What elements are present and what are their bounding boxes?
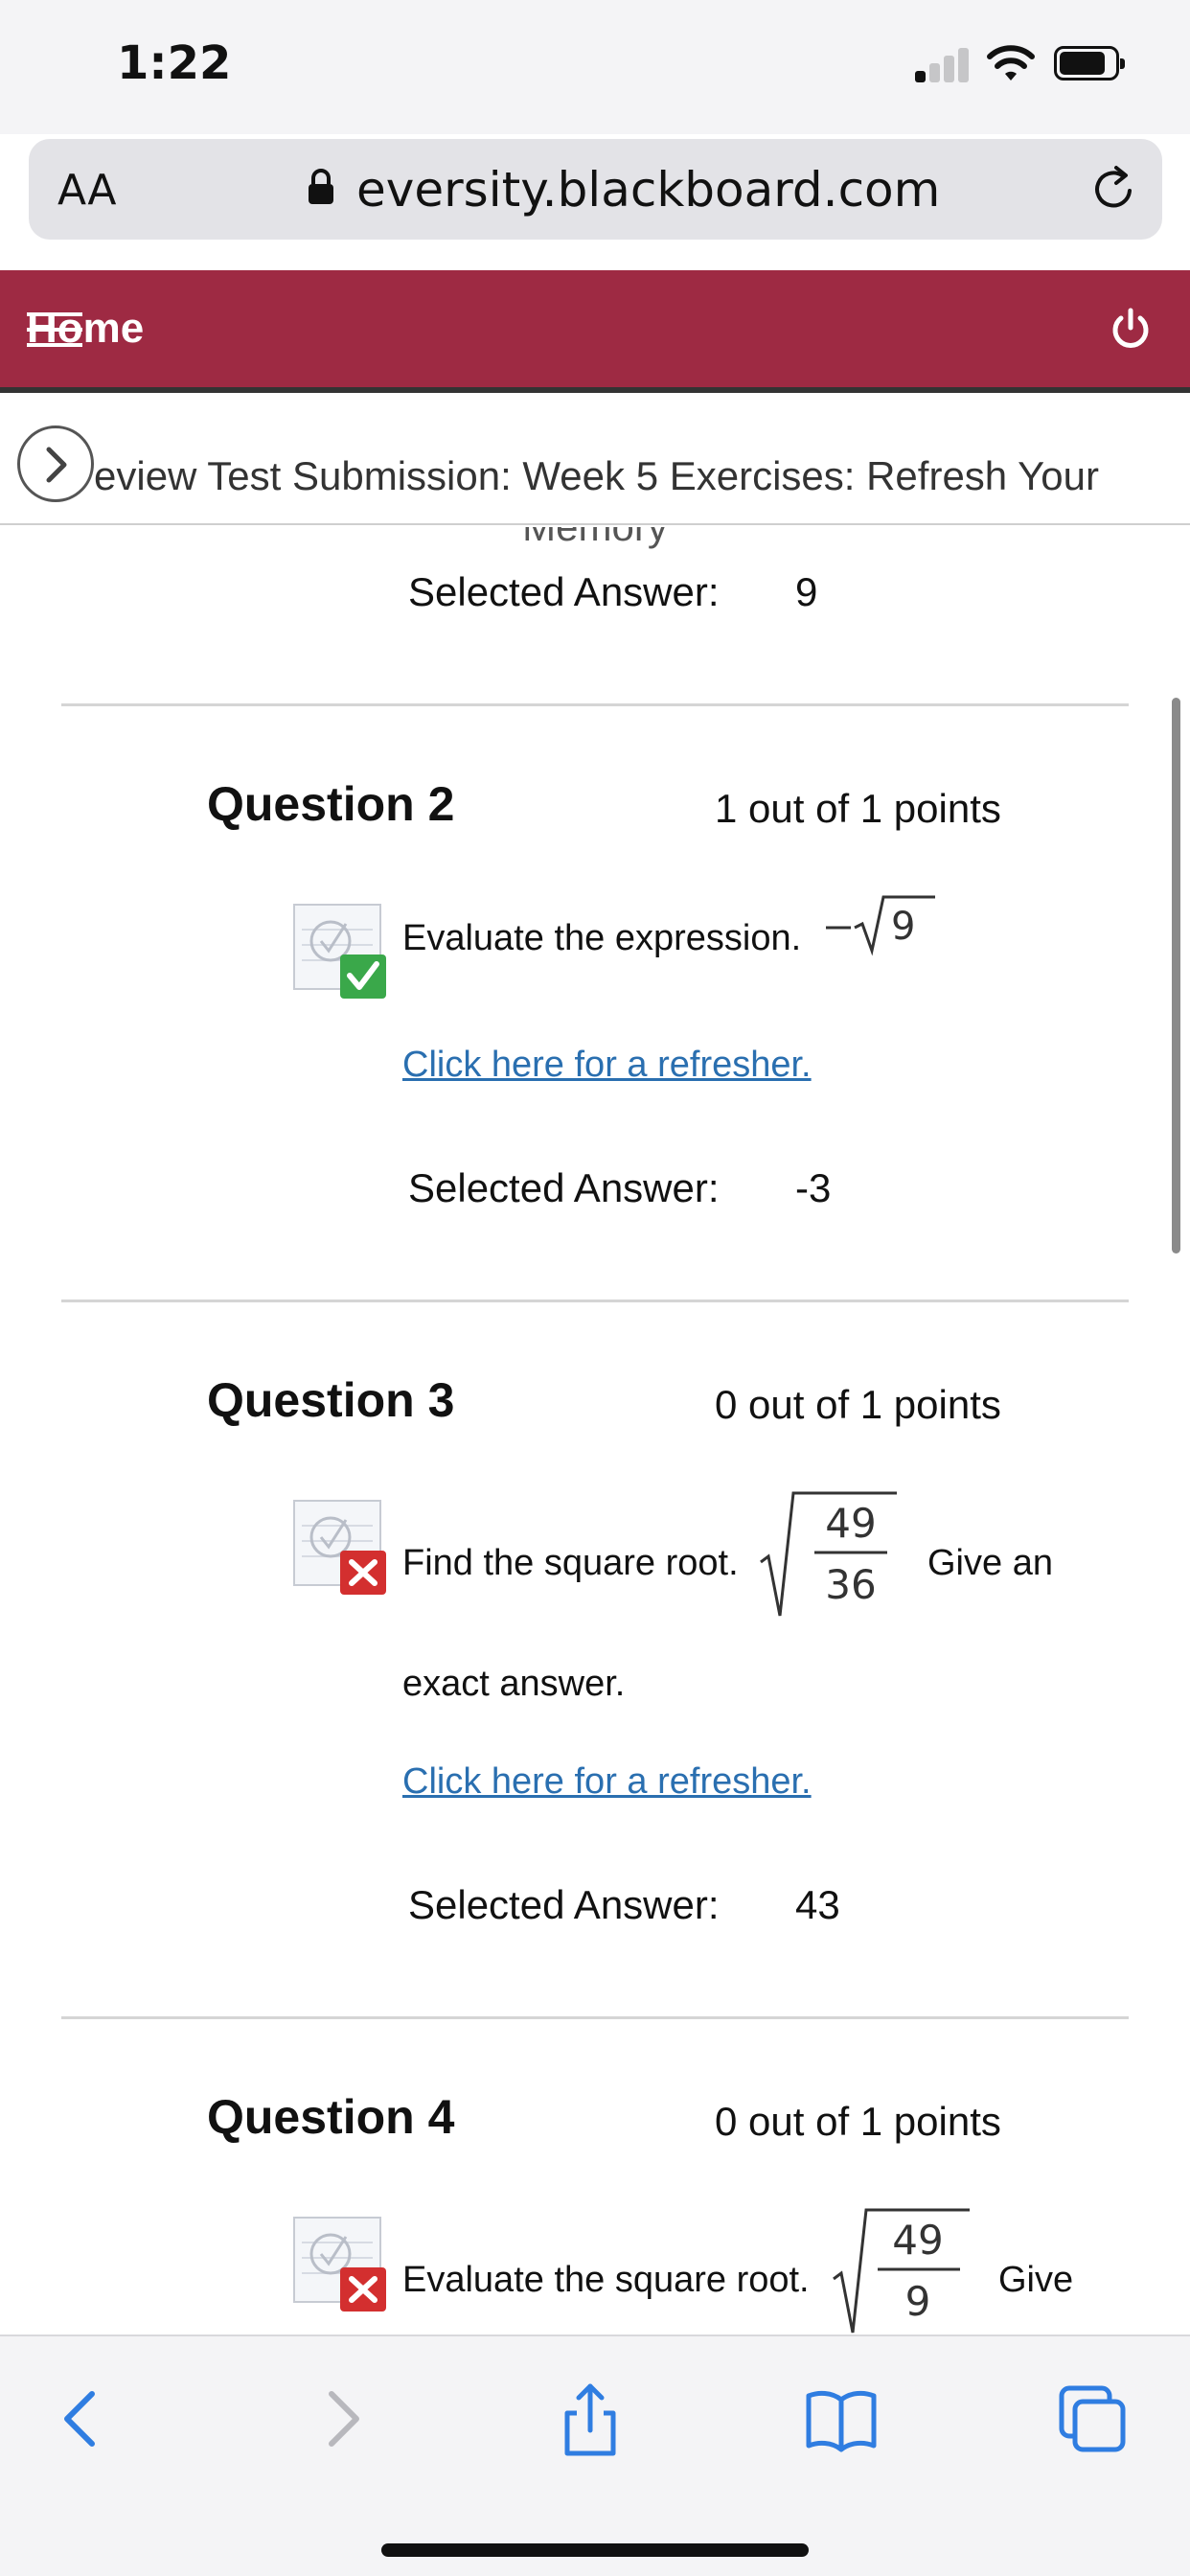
- question-4-title: Question 4: [207, 2090, 455, 2144]
- fraction-numerator: 49: [892, 2217, 943, 2264]
- url-text[interactable]: eversity.blackboard.com: [356, 162, 940, 218]
- forward-icon[interactable]: [303, 2380, 379, 2457]
- wifi-icon: [987, 45, 1035, 80]
- test-submission-content: Memory Selected Answer: 9 Question 2 1 o…: [0, 527, 1190, 2334]
- question-2-title: Question 2: [207, 777, 455, 831]
- text-size-label: AA: [57, 166, 117, 215]
- question-3-fraction: 49 36: [760, 1491, 897, 1617]
- selected-answer-value: 43: [795, 1882, 840, 1927]
- svg-text:9: 9: [891, 905, 915, 949]
- question-3-prompt: Find the square root.: [402, 1543, 739, 1583]
- browser-toolbar: [0, 2334, 1190, 2576]
- divider: [61, 703, 1129, 706]
- breadcrumb-expand-button[interactable]: [17, 426, 94, 502]
- selected-answer-label: Selected Answer:: [408, 1882, 720, 1927]
- cellular-signal-icon: [915, 46, 969, 82]
- question-3-refresher-link[interactable]: Click here for a refresher.: [402, 1761, 812, 1803]
- bookmarks-icon[interactable]: [803, 2380, 880, 2457]
- question-2-points: 1 out of 1 points: [715, 786, 1001, 831]
- fraction-numerator: 49: [825, 1500, 876, 1547]
- selected-answer-label: Selected Answer:: [408, 1165, 720, 1210]
- question-4-fraction: 49 9: [833, 2208, 970, 2334]
- question-3-points: 0 out of 1 points: [715, 1382, 1001, 1427]
- selected-answer-value: 9: [795, 569, 818, 614]
- home-indicator: [381, 2543, 809, 2557]
- page-title-continued: Memory: [0, 527, 1190, 550]
- question-4-points: 0 out of 1 points: [715, 2099, 1001, 2144]
- divider: [61, 2016, 1129, 2019]
- tabs-icon[interactable]: [1054, 2380, 1131, 2457]
- incorrect-answer-icon: [293, 2217, 386, 2312]
- selected-answer-label: Selected Answer:: [408, 569, 720, 614]
- selected-answer-value: -3: [795, 1165, 832, 1210]
- app-header: Home: [0, 270, 1190, 393]
- status-bar: 1:22: [0, 0, 1190, 134]
- page-title: eview Test Submission: Week 5 Exercises:…: [94, 453, 1099, 498]
- address-bar[interactable]: AA eversity.blackboard.com: [29, 139, 1162, 240]
- share-icon[interactable]: [552, 2380, 629, 2457]
- question-2-expression: 9: [826, 895, 935, 956]
- reload-icon[interactable]: [1087, 162, 1141, 216]
- incorrect-answer-icon: [293, 1500, 386, 1595]
- question-3-title: Question 3: [207, 1373, 455, 1427]
- lock-icon: [309, 169, 333, 204]
- prompt-text: Evaluate the expression.: [402, 918, 802, 958]
- fraction-denominator: 36: [825, 1561, 876, 1608]
- power-icon[interactable]: [1107, 305, 1155, 353]
- question-2-prompt: Evaluate the expression.: [402, 918, 801, 959]
- question-2-refresher-link[interactable]: Click here for a refresher.: [402, 1045, 812, 1086]
- chevron-right-icon: [46, 447, 67, 483]
- back-icon[interactable]: [44, 2380, 121, 2457]
- scrollbar[interactable]: [1172, 698, 1180, 1254]
- text-size-button[interactable]: AA: [57, 166, 116, 215]
- battery-icon: [1054, 46, 1125, 80]
- breadcrumb: eview Test Submission: Week 5 Exercises:…: [0, 402, 1190, 525]
- fraction-denominator: 9: [905, 2278, 931, 2325]
- question-3-prompt-line2: exact answer.: [402, 1664, 626, 1704]
- question-4-prompt: Evaluate the square root.: [402, 2260, 810, 2300]
- divider: [61, 1300, 1129, 1302]
- status-time: 1:22: [117, 36, 232, 90]
- correct-answer-icon: [293, 904, 386, 999]
- question-4-prompt-suffix: Give: [998, 2260, 1074, 2300]
- question-3-prompt-suffix: Give an: [927, 1543, 1053, 1583]
- home-link[interactable]: Home: [27, 305, 144, 353]
